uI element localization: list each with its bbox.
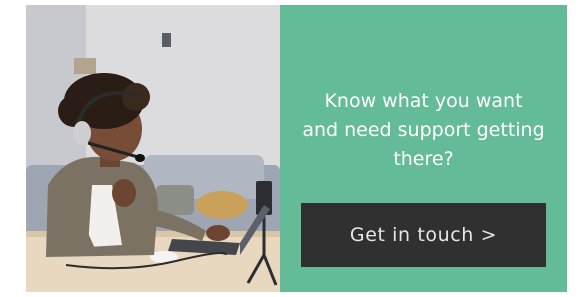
get-in-touch-button[interactable]: Get in touch > bbox=[301, 203, 546, 267]
headline-line-1: Know what you want bbox=[324, 90, 523, 112]
photo-student-with-headset bbox=[26, 5, 280, 292]
cta-panel: Know what you want and need support gett… bbox=[280, 5, 567, 292]
promo-banner: Know what you want and need support gett… bbox=[26, 5, 567, 292]
headline-line-3: there? bbox=[393, 148, 454, 170]
headline-line-2: and need support getting bbox=[302, 119, 545, 141]
headline: Know what you want and need support gett… bbox=[286, 87, 561, 174]
